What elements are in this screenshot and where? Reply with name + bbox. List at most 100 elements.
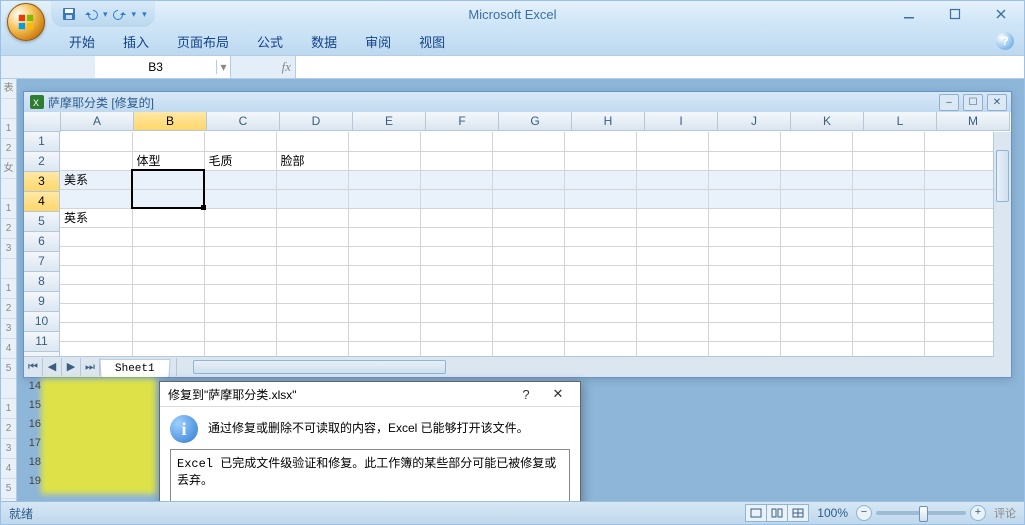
cell-K8[interactable] xyxy=(780,265,852,284)
cell-I3[interactable] xyxy=(636,170,708,189)
cell-I8[interactable] xyxy=(636,265,708,284)
cell-G6[interactable] xyxy=(492,227,564,246)
cell-H1[interactable] xyxy=(564,132,636,151)
cell-G8[interactable] xyxy=(492,265,564,284)
name-box-input[interactable] xyxy=(95,56,216,78)
view-normal-button[interactable] xyxy=(745,504,767,522)
cell-M3[interactable] xyxy=(924,170,996,189)
column-header-K[interactable]: K xyxy=(791,112,864,131)
view-page-break-button[interactable] xyxy=(787,504,809,522)
cell-L5[interactable] xyxy=(852,208,924,227)
cell-H6[interactable] xyxy=(564,227,636,246)
close-button[interactable] xyxy=(978,1,1024,27)
cell-M5[interactable] xyxy=(924,208,996,227)
cell-J11[interactable] xyxy=(708,322,780,341)
cell-F8[interactable] xyxy=(420,265,492,284)
cell-C9[interactable] xyxy=(204,284,276,303)
cell-F7[interactable] xyxy=(420,246,492,265)
zoom-track[interactable] xyxy=(876,511,966,515)
redo-dropdown[interactable]: ▾ xyxy=(132,9,137,20)
cell-A8[interactable] xyxy=(60,265,132,284)
cell-B5[interactable] xyxy=(132,208,204,227)
sheet-nav-next[interactable]: ▶ xyxy=(62,358,81,376)
zoom-in-button[interactable]: + xyxy=(970,505,986,521)
qat-customize-dropdown[interactable]: ▾ xyxy=(142,9,147,20)
row-header-3[interactable]: 3 xyxy=(24,172,60,192)
cell-A9[interactable] xyxy=(60,284,132,303)
cell-K6[interactable] xyxy=(780,227,852,246)
wb-maximize-button[interactable]: ☐ xyxy=(963,94,983,111)
cell-K4[interactable] xyxy=(780,189,852,208)
zoom-value[interactable]: 100% xyxy=(817,506,848,520)
cell-L8[interactable] xyxy=(852,265,924,284)
cell-L4[interactable] xyxy=(852,189,924,208)
cell-E10[interactable] xyxy=(348,303,420,322)
cell-A6[interactable] xyxy=(60,227,132,246)
cell-H11[interactable] xyxy=(564,322,636,341)
cell-I2[interactable] xyxy=(636,151,708,170)
dialog-detail-box[interactable]: Excel 已完成文件级验证和修复。此工作簿的某些部分可能已被修复或丢弃。 xyxy=(170,449,570,501)
cell-M6[interactable] xyxy=(924,227,996,246)
row-header-2[interactable]: 2 xyxy=(24,152,60,172)
cell-C5[interactable] xyxy=(204,208,276,227)
horizontal-scroll-thumb[interactable] xyxy=(193,360,445,374)
tab-review[interactable]: 审阅 xyxy=(351,31,405,55)
cell-G9[interactable] xyxy=(492,284,564,303)
cell-L12[interactable] xyxy=(852,341,924,356)
cell-J6[interactable] xyxy=(708,227,780,246)
cell-C11[interactable] xyxy=(204,322,276,341)
cell-E11[interactable] xyxy=(348,322,420,341)
cell-J2[interactable] xyxy=(708,151,780,170)
cell-C3[interactable] xyxy=(204,170,276,189)
help-icon[interactable]: ? xyxy=(996,32,1014,50)
cell-G5[interactable] xyxy=(492,208,564,227)
cell-H7[interactable] xyxy=(564,246,636,265)
tab-view[interactable]: 视图 xyxy=(405,31,459,55)
cell-M4[interactable] xyxy=(924,189,996,208)
workbook-title-bar[interactable]: X 萨摩耶分类 [修复的] – ☐ ✕ xyxy=(24,92,1011,112)
sheet-nav-last[interactable]: ⏭ xyxy=(81,358,100,376)
cell-J5[interactable] xyxy=(708,208,780,227)
cell-L1[interactable] xyxy=(852,132,924,151)
cell-M1[interactable] xyxy=(924,132,996,151)
sheet-tab-active[interactable]: Sheet1 xyxy=(99,358,170,377)
cell-D12[interactable] xyxy=(276,341,348,356)
cell-F1[interactable] xyxy=(420,132,492,151)
tab-insert[interactable]: 插入 xyxy=(109,31,163,55)
cell-K10[interactable] xyxy=(780,303,852,322)
cell-B10[interactable] xyxy=(132,303,204,322)
sheet-nav-first[interactable]: ⏮ xyxy=(24,358,43,376)
cell-D8[interactable] xyxy=(276,265,348,284)
cell-K1[interactable] xyxy=(780,132,852,151)
cell-H8[interactable] xyxy=(564,265,636,284)
cell-A2[interactable] xyxy=(60,151,132,170)
cell-L6[interactable] xyxy=(852,227,924,246)
cell-D7[interactable] xyxy=(276,246,348,265)
tab-page-layout[interactable]: 页面布局 xyxy=(163,31,243,55)
cell-L9[interactable] xyxy=(852,284,924,303)
cell-I4[interactable] xyxy=(636,189,708,208)
cell-C8[interactable] xyxy=(204,265,276,284)
name-box-dropdown[interactable]: ▾ xyxy=(216,60,230,74)
name-box[interactable]: ▾ xyxy=(95,56,231,78)
row-header-5[interactable]: 5 xyxy=(24,212,60,232)
cell-F3[interactable] xyxy=(420,170,492,189)
cell-M11[interactable] xyxy=(924,322,996,341)
cell-C2[interactable]: 毛质 xyxy=(204,151,276,170)
cell-J9[interactable] xyxy=(708,284,780,303)
row-header-7[interactable]: 7 xyxy=(24,252,60,272)
cell-C1[interactable] xyxy=(204,132,276,151)
cell-I9[interactable] xyxy=(636,284,708,303)
cell-J7[interactable] xyxy=(708,246,780,265)
cell-K2[interactable] xyxy=(780,151,852,170)
formula-input[interactable] xyxy=(296,56,1024,78)
undo-dropdown[interactable]: ▾ xyxy=(103,9,108,20)
cell-F12[interactable] xyxy=(420,341,492,356)
column-header-A[interactable]: A xyxy=(61,112,134,131)
horizontal-scrollbar[interactable] xyxy=(176,358,1011,376)
redo-button[interactable] xyxy=(110,4,130,24)
cell-E12[interactable] xyxy=(348,341,420,356)
column-header-D[interactable]: D xyxy=(280,112,353,131)
cell-E8[interactable] xyxy=(348,265,420,284)
cell-G7[interactable] xyxy=(492,246,564,265)
